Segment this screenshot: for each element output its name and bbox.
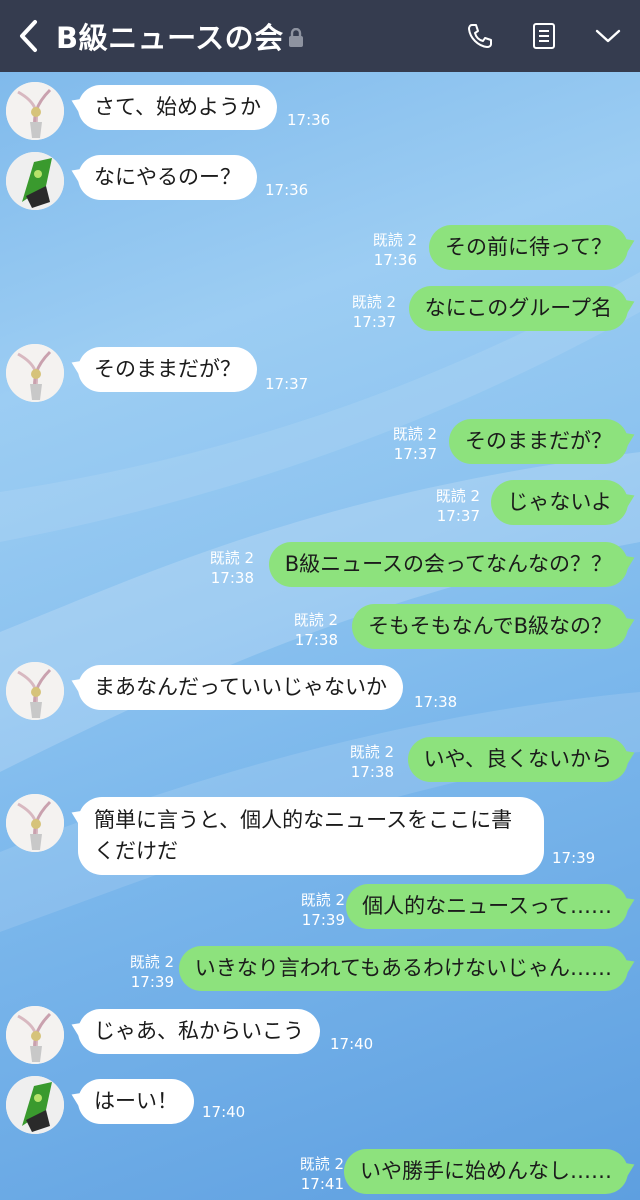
- menu-button[interactable]: [576, 0, 640, 72]
- message-bubble[interactable]: まあなんだっていいじゃないか: [78, 665, 403, 710]
- white-character-icon: [6, 1006, 64, 1064]
- message-bubble[interactable]: そのままだが？: [78, 347, 257, 392]
- read-receipt: 既読 2 17:38: [293, 611, 338, 649]
- message-bubble[interactable]: なにこのグループ名: [408, 286, 628, 331]
- read-receipt: 既読 2 17:37: [351, 293, 396, 331]
- white-character-icon: [6, 662, 64, 720]
- message-bubble[interactable]: 個人的なニュースって……: [346, 884, 628, 929]
- avatar[interactable]: [6, 662, 64, 720]
- notes-button[interactable]: [512, 0, 576, 72]
- read-receipt: 既読 2 17:38: [209, 549, 254, 587]
- avatar[interactable]: [6, 1006, 64, 1064]
- message-bubble[interactable]: じゃないよ: [491, 480, 628, 525]
- read-receipt: 既読 2 17:36: [372, 231, 417, 269]
- back-button[interactable]: [0, 0, 56, 72]
- message-bubble[interactable]: B級ニュースの会ってなんなの？？: [268, 542, 628, 587]
- green-character-icon: [6, 152, 64, 210]
- read-receipt: 既読 2 17:38: [349, 743, 394, 781]
- message-time: 17:36: [287, 111, 331, 129]
- chat-header: B級ニュースの会: [0, 0, 640, 72]
- avatar[interactable]: [6, 152, 64, 210]
- read-receipt: 既読 2 17:39: [300, 891, 345, 929]
- message-bubble[interactable]: その前に待って？: [429, 225, 628, 270]
- phone-icon: [468, 24, 492, 48]
- notes-icon: [533, 23, 555, 49]
- message-bubble[interactable]: いきなり言われてもあるわけないじゃん……: [178, 946, 628, 991]
- message-list[interactable]: さて、始めようか 17:36 なにやるのー？ 17:36 既読 2 17:36 そ…: [0, 72, 640, 1200]
- read-receipt: 既読 2 17:37: [392, 425, 437, 463]
- back-icon: [20, 20, 37, 52]
- message-bubble[interactable]: さて、始めようか: [78, 85, 277, 130]
- message-bubble[interactable]: そのままだが？: [449, 419, 628, 464]
- white-character-icon: [6, 82, 64, 140]
- white-character-icon: [6, 794, 64, 852]
- message-time: 17:39: [552, 849, 596, 867]
- message-time: 17:40: [330, 1035, 374, 1053]
- chat-title: B級ニュースの会: [56, 21, 284, 55]
- chevron-down-icon: [595, 29, 621, 43]
- green-character-icon: [6, 1076, 64, 1134]
- message-time: 17:36: [265, 181, 309, 199]
- message-bubble[interactable]: なにやるのー？: [78, 155, 257, 200]
- message-time: 17:40: [202, 1103, 246, 1121]
- message-bubble[interactable]: じゃあ、私からいこう: [78, 1009, 320, 1054]
- message-time: 17:38: [414, 693, 458, 711]
- read-receipt: 既読 2 17:39: [129, 953, 174, 991]
- avatar[interactable]: [6, 82, 64, 140]
- message-time: 17:37: [265, 375, 309, 393]
- read-receipt: 既読 2 17:41: [299, 1155, 344, 1193]
- message-bubble[interactable]: いや、良くないから: [407, 737, 628, 782]
- read-receipt: 既読 2 17:37: [435, 487, 480, 525]
- call-button[interactable]: [448, 0, 512, 72]
- message-bubble[interactable]: そもそもなんでB級なの？: [352, 604, 628, 649]
- avatar[interactable]: [6, 794, 64, 852]
- avatar[interactable]: [6, 344, 64, 402]
- white-character-icon: [6, 344, 64, 402]
- avatar[interactable]: [6, 1076, 64, 1134]
- message-bubble[interactable]: 簡単に言うと、個人的なニュースをここに書 くだけだ: [78, 797, 544, 875]
- message-bubble[interactable]: はーい！: [78, 1079, 194, 1124]
- lock-icon: [288, 28, 303, 47]
- message-bubble[interactable]: いや勝手に始めんなし……: [344, 1149, 628, 1194]
